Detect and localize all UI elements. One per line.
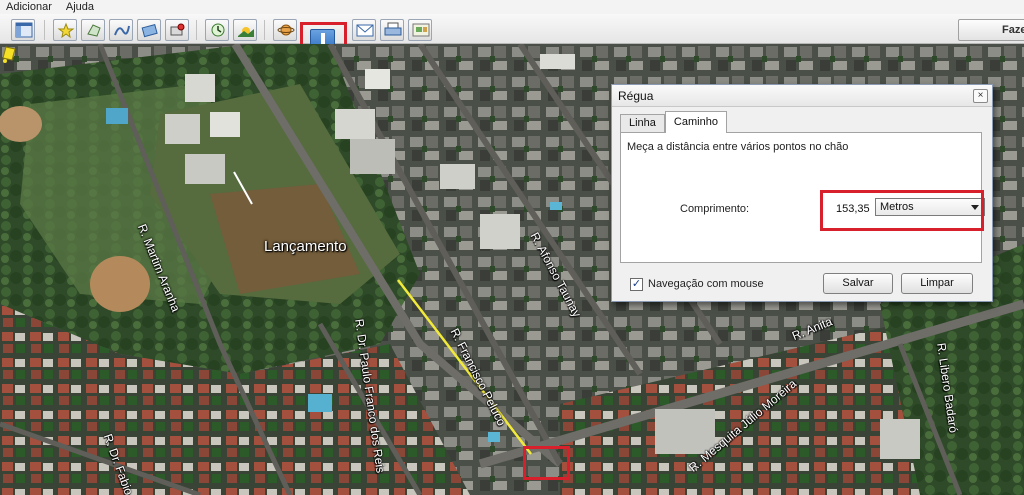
dialog-title: Régua — [612, 85, 992, 107]
tab-linha[interactable]: Linha — [620, 114, 665, 133]
historical-imagery-button[interactable] — [205, 19, 229, 41]
sidebar-icon — [15, 22, 33, 38]
clear-button[interactable]: Limpar — [901, 273, 973, 294]
sunlight-button[interactable] — [233, 19, 257, 41]
length-label: Comprimento: — [680, 203, 750, 215]
length-highlight — [820, 190, 984, 231]
envelope-icon — [356, 24, 374, 37]
placemark-label[interactable]: Lançamento — [264, 238, 347, 255]
menu-item-ajuda[interactable]: Ajuda — [66, 0, 94, 14]
placemark-icon — [57, 22, 75, 38]
mouse-navigation-checkbox[interactable]: ✓ — [630, 278, 643, 291]
add-polygon-button[interactable] — [81, 19, 105, 41]
sun-icon — [238, 27, 254, 37]
planets-icon — [277, 24, 295, 36]
menu-bar: Adicionar Ajuda — [0, 0, 1024, 14]
record-tour-button[interactable] — [165, 19, 189, 41]
path-icon — [114, 25, 130, 36]
polygon-icon — [87, 24, 101, 37]
save-button[interactable]: Salvar — [823, 273, 893, 294]
tab-panel: Meça a distância entre vários pontos no … — [620, 132, 985, 263]
toolbar: Fazer — [0, 14, 1024, 61]
close-icon[interactable]: × — [973, 89, 988, 103]
view-in-maps-button[interactable] — [408, 19, 432, 41]
map-icon — [412, 23, 430, 37]
tab-caminho[interactable]: Caminho — [664, 111, 727, 133]
ruler-tabs: Linha Caminho — [620, 111, 727, 133]
ruler-description: Meça a distância entre vários pontos no … — [627, 141, 849, 153]
image-overlay-button[interactable] — [137, 19, 161, 41]
planets-button[interactable] — [273, 19, 297, 41]
add-placemark-button[interactable] — [53, 19, 77, 41]
print-button[interactable] — [380, 19, 404, 41]
mouse-navigation-label: Navegação com mouse — [648, 278, 764, 290]
placemark-pin-icon[interactable] — [0, 44, 18, 66]
menu-item-adicionar[interactable]: Adicionar — [6, 0, 52, 14]
printer-icon — [384, 22, 402, 36]
ruler-dialog: Régua × Linha Caminho Meça a distância e… — [611, 84, 993, 302]
email-button[interactable] — [352, 19, 376, 41]
clock-icon — [211, 23, 225, 37]
path-end-highlight — [523, 446, 570, 480]
image-overlay-icon — [141, 23, 158, 38]
sidebar-toggle-button[interactable] — [11, 19, 35, 41]
add-path-button[interactable] — [109, 19, 133, 41]
tour-button[interactable]: Fazer — [958, 19, 1024, 41]
record-tour-icon — [170, 23, 185, 36]
